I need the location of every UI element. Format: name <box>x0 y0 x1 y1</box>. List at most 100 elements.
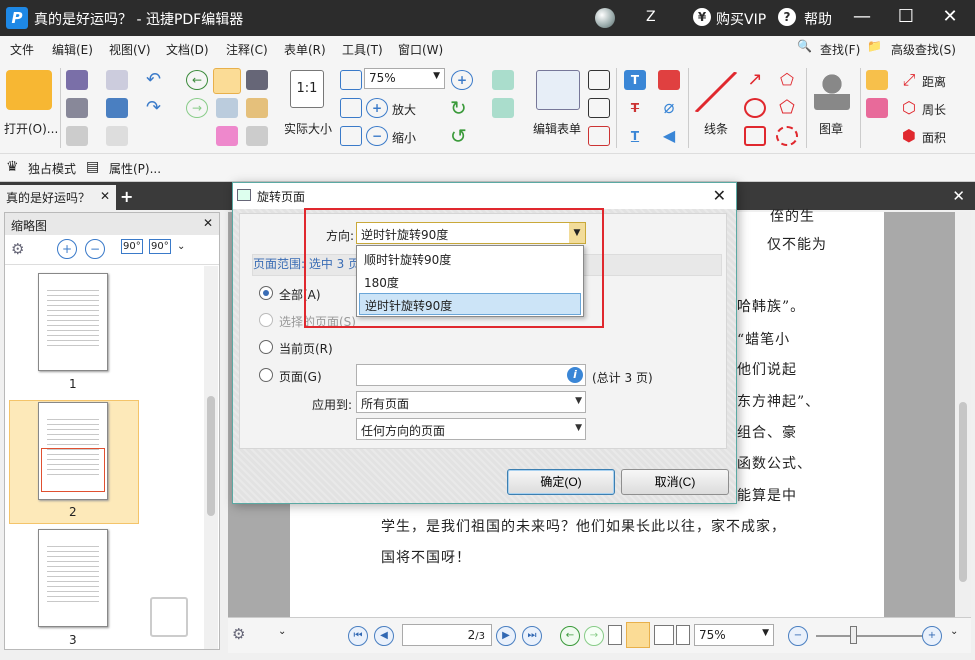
zoom-in-label[interactable]: 放大 <box>392 101 416 118</box>
rectangle-tool-icon[interactable] <box>744 126 766 146</box>
page-thumbnail-1[interactable] <box>38 273 108 371</box>
dialog-close-icon[interactable]: ✕ <box>713 186 726 205</box>
facing-page-icon[interactable] <box>654 625 674 645</box>
new-tab-icon[interactable]: + <box>120 187 133 206</box>
single-page-icon[interactable] <box>608 625 622 645</box>
attach-icon[interactable]: ⌀ <box>658 98 680 118</box>
vip-yen-icon[interactable]: ¥ <box>693 8 711 26</box>
close-document-icon[interactable]: ✕ <box>952 187 965 205</box>
help-icon[interactable]: ? <box>778 8 796 26</box>
settings-gear-icon[interactable]: ⚙ <box>232 625 245 643</box>
select-area-icon[interactable] <box>216 126 238 146</box>
actual-size-label[interactable]: 实际大小 <box>284 120 332 137</box>
undo-icon[interactable]: ↶ <box>146 70 168 90</box>
redo-icon[interactable]: ↷ <box>146 98 168 118</box>
help-link[interactable]: 帮助 <box>804 9 832 29</box>
panel-close-icon[interactable]: ✕ <box>203 216 213 230</box>
properties-button[interactable]: 属性(P)... <box>109 160 161 177</box>
zoom-out-label[interactable]: 缩小 <box>392 129 416 146</box>
arrow-tool-icon[interactable]: ↗ <box>744 70 766 90</box>
document-tab[interactable]: 真的是好运吗？ ✕ <box>0 185 116 210</box>
typewriter-icon[interactable]: T <box>624 70 646 90</box>
menu-comment[interactable]: 注释(C) <box>226 41 268 58</box>
zoom-slider-handle[interactable] <box>850 626 857 644</box>
pencil-icon[interactable] <box>866 70 888 90</box>
zoom-tool-icon[interactable]: + <box>451 70 473 90</box>
polygon-tool-icon[interactable]: ⬠ <box>776 98 798 118</box>
polyline-tool-icon[interactable]: ⬠ <box>776 70 798 90</box>
page-thumbnail-3[interactable] <box>38 529 108 627</box>
next-page-icon[interactable]: ▶ <box>496 626 516 646</box>
edit-form-label[interactable]: 编辑表单 <box>533 120 581 137</box>
stamp-label[interactable]: 图章 <box>819 120 843 137</box>
radio-page-range[interactable] <box>259 368 273 382</box>
print-icon[interactable] <box>66 98 88 118</box>
advanced-find-button[interactable]: 高级查找(S) <box>891 41 956 58</box>
scan-icon[interactable] <box>106 98 128 118</box>
ellipse-tool-icon[interactable] <box>744 98 766 118</box>
actual-size-icon[interactable]: 1:1 <box>290 70 324 108</box>
crown-icon[interactable]: ♛ <box>6 159 19 175</box>
last-page-icon[interactable]: ⏭ <box>522 626 542 646</box>
fit-page-icon[interactable] <box>340 70 362 90</box>
menu-window[interactable]: 窗口(W) <box>398 41 443 58</box>
prev-page-icon[interactable]: ◀ <box>374 626 394 646</box>
radio-current-page[interactable] <box>259 340 273 354</box>
close-icon[interactable]: ✕ <box>939 6 961 28</box>
more-chevron-icon[interactable]: ⌄ <box>177 241 185 252</box>
hand-tool-icon[interactable] <box>213 68 241 94</box>
image-edit-icon[interactable] <box>492 70 514 90</box>
zoom-slider-track[interactable] <box>816 635 926 637</box>
distance-icon[interactable]: ⤢ <box>898 70 920 90</box>
underline-icon[interactable]: T <box>624 126 646 146</box>
user-name[interactable]: Z <box>646 9 656 25</box>
text-field-icon[interactable] <box>588 98 610 118</box>
eraser-icon[interactable] <box>866 98 888 118</box>
new-doc-icon[interactable] <box>106 126 128 146</box>
perimeter-icon[interactable]: ⬡ <box>898 98 920 118</box>
continuous-facing-icon[interactable] <box>676 625 690 645</box>
rotate-ccw-icon[interactable]: ↺ <box>450 126 472 146</box>
history-back-icon[interactable]: ← <box>560 626 580 646</box>
radio-pages-label[interactable]: 页面(G) <box>279 368 322 385</box>
menu-file[interactable]: 文件 <box>10 41 34 58</box>
area-label[interactable]: 面积 <box>922 129 946 146</box>
more-chevron-icon[interactable]: ⌄ <box>278 626 286 637</box>
fit-width-icon[interactable] <box>340 98 362 118</box>
zoom-combo[interactable]: 75% ▼ <box>364 68 445 89</box>
find-icon[interactable]: 🔍 <box>797 39 812 53</box>
page-range-input[interactable] <box>356 364 586 386</box>
menu-document[interactable]: 文档(D) <box>166 41 209 58</box>
open-folder-icon[interactable] <box>6 70 52 110</box>
radio-all-pages[interactable] <box>259 286 273 300</box>
page-thumbnail-2[interactable] <box>38 402 108 500</box>
save-icon[interactable] <box>66 70 88 90</box>
back-icon[interactable]: ← <box>186 70 208 90</box>
note-icon[interactable] <box>658 70 680 90</box>
strikeout-icon[interactable]: T <box>624 98 646 118</box>
stamp-icon[interactable] <box>814 70 850 110</box>
snapshot-icon[interactable] <box>246 70 268 90</box>
advanced-find-icon[interactable]: 📁 <box>867 39 882 53</box>
area-icon[interactable]: ⬢ <box>898 126 920 146</box>
buy-vip-link[interactable]: 购买VIP <box>716 9 766 29</box>
perimeter-label[interactable]: 周长 <box>922 101 946 118</box>
continuous-page-icon[interactable] <box>626 622 650 648</box>
zoom-in-icon[interactable]: + <box>922 626 942 646</box>
open-button-label[interactable]: 打开(O)... <box>4 120 58 137</box>
sound-icon[interactable]: ◀ <box>658 126 680 146</box>
lines-label[interactable]: 线条 <box>704 120 728 137</box>
thumb-zoom-out-icon[interactable]: − <box>85 239 105 259</box>
distance-label[interactable]: 距离 <box>922 73 946 90</box>
zoom-out-icon[interactable]: − <box>788 626 808 646</box>
forward-icon[interactable]: → <box>186 98 208 118</box>
radio-selected-pages[interactable] <box>259 313 273 327</box>
fit-visible-icon[interactable] <box>340 126 362 146</box>
skin-ball-icon[interactable] <box>595 8 615 28</box>
bottom-zoom-combo[interactable]: 75% ▼ <box>694 624 774 646</box>
edit-form-icon[interactable] <box>536 70 580 110</box>
thumbnail-scrollbar[interactable] <box>204 266 218 649</box>
minimize-icon[interactable]: — <box>851 6 873 28</box>
menu-edit[interactable]: 编辑(E) <box>52 41 93 58</box>
history-forward-icon[interactable]: → <box>584 626 604 646</box>
